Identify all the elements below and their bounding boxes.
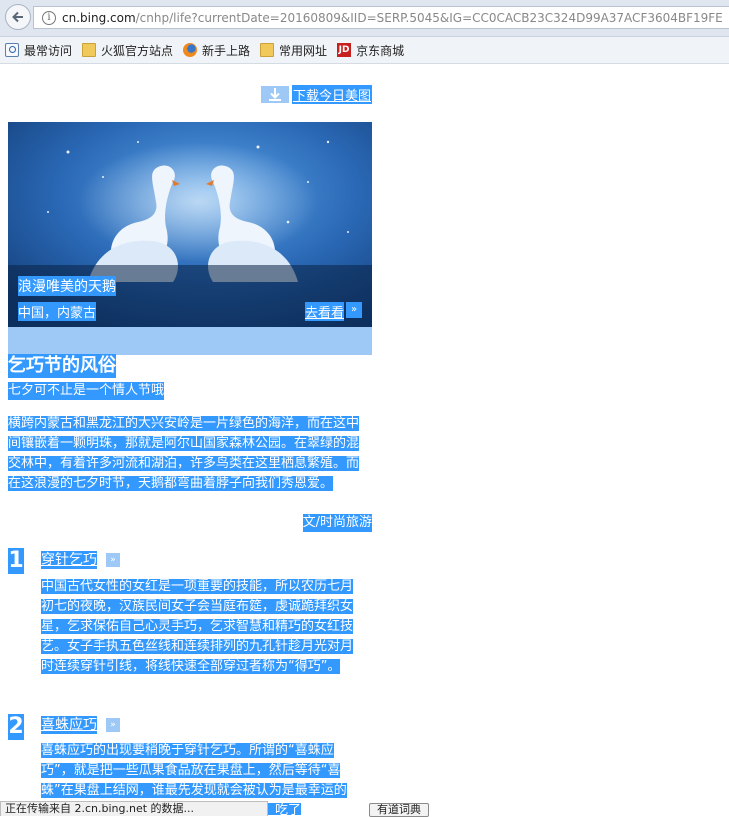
hero-caption: 浪漫唯美的天鹅 中国，内蒙古 去看看 » (8, 265, 372, 327)
article-title: 乞巧节的风俗 (8, 354, 116, 378)
double-chevron-right-icon[interactable]: » (346, 302, 362, 318)
section-number-1: 1 (8, 548, 24, 574)
selection-band (8, 327, 372, 355)
arrow-left-icon (12, 11, 23, 23)
bookmark-most-visited[interactable]: 最常访问 (5, 42, 72, 59)
bookmark-common-sites[interactable]: 常用网址 (260, 42, 327, 59)
hero-location: 中国，内蒙古 (18, 302, 97, 321)
bookmarks-bar: 最常访问 火狐官方站点 新手上路 常用网址 JD 京东商城 (0, 37, 729, 64)
url-text: cn.bing.com/cnhp/life?currentDate=201608… (62, 10, 723, 25)
section-body-1: 中国古代女性的女红是一项重要的技能，所以农历七月初七的夜晚，汉族民间女子会当庭布… (41, 579, 354, 674)
article-author: 文/时尚旅游 (302, 514, 372, 532)
page-content: 下载今日美图 浪漫唯美的天鹅 中国，内蒙古 去看看 » 乞巧节的风俗 七夕可不止… (0, 64, 729, 815)
download-link[interactable]: 下载今日美图 (291, 85, 372, 104)
status-bar: 正在传输来自 2.cn.bing.net 的数据... (0, 801, 268, 816)
info-icon[interactable]: i (42, 10, 56, 25)
folder-icon (260, 43, 275, 57)
double-chevron-right-icon[interactable]: » (106, 718, 120, 732)
address-bar[interactable]: i cn.bing.com/cnhp/life?currentDate=2016… (33, 6, 729, 29)
back-button[interactable] (5, 4, 31, 30)
double-chevron-right-icon[interactable]: » (106, 553, 120, 567)
article-body: 横跨内蒙古和黑龙江的大兴安岭是一片绿色的海洋，而在这中间镶嵌着一颗明珠，那就是阿… (8, 416, 360, 491)
search-icon (5, 43, 19, 57)
browser-toolbar: i cn.bing.com/cnhp/life?currentDate=2016… (0, 0, 729, 37)
bookmark-getting-started[interactable]: 新手上路 (183, 42, 250, 59)
firefox-icon (183, 43, 198, 57)
section-number-2: 2 (8, 714, 24, 740)
download-icon[interactable] (261, 86, 289, 103)
section-title-1[interactable]: 穿针乞巧 (41, 551, 97, 569)
folder-icon (82, 43, 97, 57)
jd-icon: JD (337, 43, 352, 57)
hero-image[interactable]: 浪漫唯美的天鹅 中国，内蒙古 去看看 » (8, 122, 372, 327)
bookmark-firefox-site[interactable]: 火狐官方站点 (82, 42, 173, 59)
section-title-2[interactable]: 喜蛛应巧 (41, 716, 97, 734)
article-subtitle: 七夕可不止是一个情人节哦 (8, 382, 165, 400)
hero-title: 浪漫唯美的天鹅 (18, 276, 116, 296)
hero-go-link[interactable]: 去看看 (304, 302, 344, 321)
bookmark-jd[interactable]: JD 京东商城 (337, 42, 404, 59)
download-row: 下载今日美图 (8, 84, 372, 104)
